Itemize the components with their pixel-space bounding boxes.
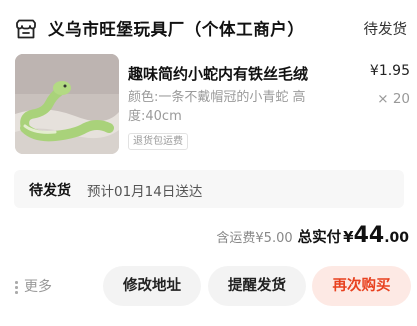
order-status: 待发货 <box>363 22 408 38</box>
change-address-button[interactable]: 修改地址 <box>103 266 201 306</box>
more-button[interactable]: 更多 <box>14 276 52 296</box>
more-dots-icon <box>14 279 18 295</box>
product-spec: 颜色:一条不戴帽冠的小青蛇 高度:40cm <box>128 90 306 124</box>
total-amount-integer: 44 <box>353 223 385 248</box>
storefront-icon <box>16 19 36 39</box>
order-totals: 含运费¥5.00 总实付 ¥44.00 <box>216 223 409 253</box>
delivery-info[interactable]: 待发货 预计01月14日送达 <box>14 170 404 208</box>
order-header: 义乌市旺堡玩具厂（个体工商户） 待发货 <box>0 0 417 50</box>
order-card[interactable]: 义乌市旺堡玩具厂（个体工商户） 待发货 趣味简约小蛇内有铁丝毛绒 ¥1.95 ×… <box>0 0 417 326</box>
buy-again-button[interactable]: 再次购买 <box>312 266 411 306</box>
delivery-status: 待发货 <box>29 183 71 199</box>
plush-snake-photo <box>15 54 119 154</box>
quantity: × 20 <box>377 91 410 107</box>
product-image[interactable] <box>15 54 119 154</box>
total-amount-decimal: .00 <box>384 230 409 246</box>
shop-name[interactable]: 义乌市旺堡玩具厂（个体工商户） <box>48 16 305 40</box>
shipping-fee: 含运费¥5.00 <box>216 231 293 246</box>
product-title[interactable]: 趣味简约小蛇内有铁丝毛绒 <box>128 63 348 84</box>
return-shipping-tag: 退货包运费 <box>128 133 188 150</box>
currency-symbol: ¥ <box>343 228 354 246</box>
more-label: 更多 <box>24 279 52 295</box>
total-label: 总实付 <box>297 230 342 246</box>
remind-shipping-button[interactable]: 提醒发货 <box>208 266 306 306</box>
unit-price: ¥1.95 <box>369 63 410 79</box>
delivery-eta: 预计01月14日送达 <box>87 184 203 200</box>
